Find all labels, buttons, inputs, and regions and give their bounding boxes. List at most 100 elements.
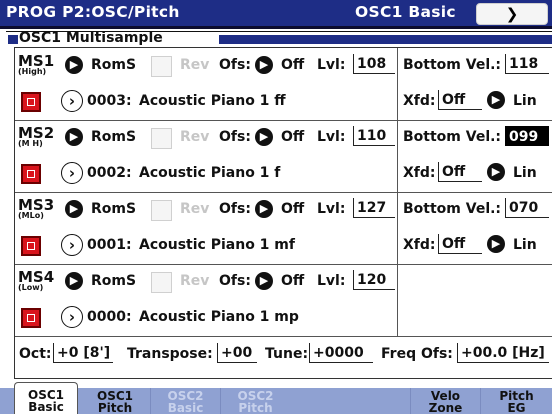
rom-label: RomS [91,129,137,145]
octave-label: Oct: [19,346,52,362]
sample-browse-icon[interactable]: › [61,162,83,184]
tune-field[interactable]: +0000 [309,343,373,363]
sample-number: 0000: [87,309,132,325]
tab-label-line2: Pitch [238,401,273,415]
rom-label: RomS [91,273,137,289]
sample-number: 0002: [87,165,132,181]
curve-value: Lin [513,93,537,109]
bottom-vel-field[interactable]: 070 [505,198,549,218]
tab-label-line2: Basic [167,401,204,415]
sample-browse-icon[interactable]: › [61,90,83,112]
curve-value: Lin [513,237,537,253]
curve-select-icon[interactable]: ▶ [487,235,505,253]
transpose-label: Transpose: [127,346,213,362]
xfade-field[interactable]: Off [438,162,482,182]
offset-label: Ofs: [219,129,251,145]
tab-label-line2: EG [507,401,526,415]
title-divider [0,26,552,29]
ms-select-icon[interactable]: ▶ [65,200,83,218]
ms-row-3: MS3 (MLo) ▶ RomS Rev Ofs: ▶ Off Lvl: 127 … [15,192,552,265]
offset-label: Ofs: [219,201,251,217]
xfade-label: Xfd: [403,165,436,181]
sample-select-button[interactable] [21,236,41,256]
reverse-checkbox[interactable] [151,200,172,221]
sample-browse-icon[interactable]: › [61,306,83,328]
reverse-checkbox[interactable] [151,56,172,77]
offset-label: Ofs: [219,57,251,73]
chevron-down-icon: ❯ [505,5,519,23]
bottom-vel-field-selected[interactable]: 099 [505,126,549,146]
offset-value: Off [281,57,305,73]
page-title: PROG P2:OSC/Pitch [6,3,180,21]
subpage-title: OSC1 Basic [355,3,456,21]
ms-label: MS3 (MLo) [18,196,55,220]
reverse-label: Rev [180,201,210,217]
section-marker [8,35,18,44]
offset-select-icon[interactable]: ▶ [255,200,273,218]
xfade-label: Xfd: [403,237,436,253]
tab-osc2-basic: OSC2 Basic [150,388,220,414]
tab-osc1-pitch[interactable]: OSC1 Pitch [80,388,150,414]
ms-label: MS4 (Low) [18,268,55,292]
ms-row-2: MS2 (M H) ▶ RomS Rev Ofs: ▶ Off Lvl: 110 … [15,120,552,193]
transpose-field[interactable]: +00 [217,343,257,363]
ms-label: MS2 (M H) [18,124,55,148]
tab-pitch-eg[interactable]: Pitch EG [480,388,552,414]
offset-value: Off [281,273,305,289]
offset-select-icon[interactable]: ▶ [255,272,273,290]
sample-number: 0001: [87,237,132,253]
xfade-field[interactable]: Off [438,90,482,110]
freq-offset-field[interactable]: +00.0 [Hz] [457,343,549,363]
level-field[interactable]: 108 [353,54,395,74]
tab-velo-zone[interactable]: Velo Zone [410,388,480,414]
ms-label: MS1 (High) [18,52,55,76]
sample-name[interactable]: Acoustic Piano 1 f [139,165,280,181]
tab-label-line2: Zone [428,401,463,415]
section-label: OSC1 Multisample [19,30,163,46]
offset-select-icon[interactable]: ▶ [255,56,273,74]
sample-name[interactable]: Acoustic Piano 1 mp [139,309,299,325]
tab-osc2-pitch: OSC2 Pitch [220,388,290,414]
level-label: Lvl: [317,129,346,145]
level-label: Lvl: [317,201,346,217]
reverse-label: Rev [180,273,210,289]
curve-select-icon[interactable]: ▶ [487,163,505,181]
sample-number: 0003: [87,93,132,109]
curve-select-icon[interactable]: ▶ [487,91,505,109]
reverse-checkbox[interactable] [151,128,172,149]
sample-select-button[interactable] [21,92,41,112]
level-field[interactable]: 127 [353,198,395,218]
ms-select-icon[interactable]: ▶ [65,128,83,146]
rom-label: RomS [91,201,137,217]
level-field[interactable]: 110 [353,126,395,146]
column-divider [397,264,398,336]
sample-browse-icon[interactable]: › [61,234,83,256]
ms-select-icon[interactable]: ▶ [65,272,83,290]
column-divider [397,192,398,264]
page-menu-button[interactable]: ❯ [476,3,548,25]
level-label: Lvl: [317,57,346,73]
bottom-vel-field[interactable]: 118 [505,54,549,74]
offset-value: Off [281,201,305,217]
ms-select-icon[interactable]: ▶ [65,56,83,74]
tune-label: Tune: [265,346,309,362]
reverse-checkbox[interactable] [151,272,172,293]
offset-label: Ofs: [219,273,251,289]
offset-value: Off [281,129,305,145]
section-bar [219,35,552,44]
column-divider [397,48,398,120]
sample-select-button[interactable] [21,164,41,184]
ms-row-1: MS1 (High) ▶ RomS Rev Ofs: ▶ Off Lvl: 108… [15,48,552,121]
tab-osc1-basic[interactable]: OSC1 Basic [14,382,78,414]
sample-name[interactable]: Acoustic Piano 1 mf [139,237,295,253]
sample-select-button[interactable] [21,308,41,328]
xfade-field[interactable]: Off [438,234,482,254]
bottom-vel-label: Bottom Vel.: [403,57,502,73]
sample-name[interactable]: Acoustic Piano 1 ff [139,93,286,109]
bottom-vel-label: Bottom Vel.: [403,201,502,217]
octave-field[interactable]: +0 [8'] [53,343,113,363]
level-field[interactable]: 120 [353,270,395,290]
title-bar: PROG P2:OSC/Pitch OSC1 Basic ❯ [0,0,552,26]
offset-select-icon[interactable]: ▶ [255,128,273,146]
reverse-label: Rev [180,57,210,73]
